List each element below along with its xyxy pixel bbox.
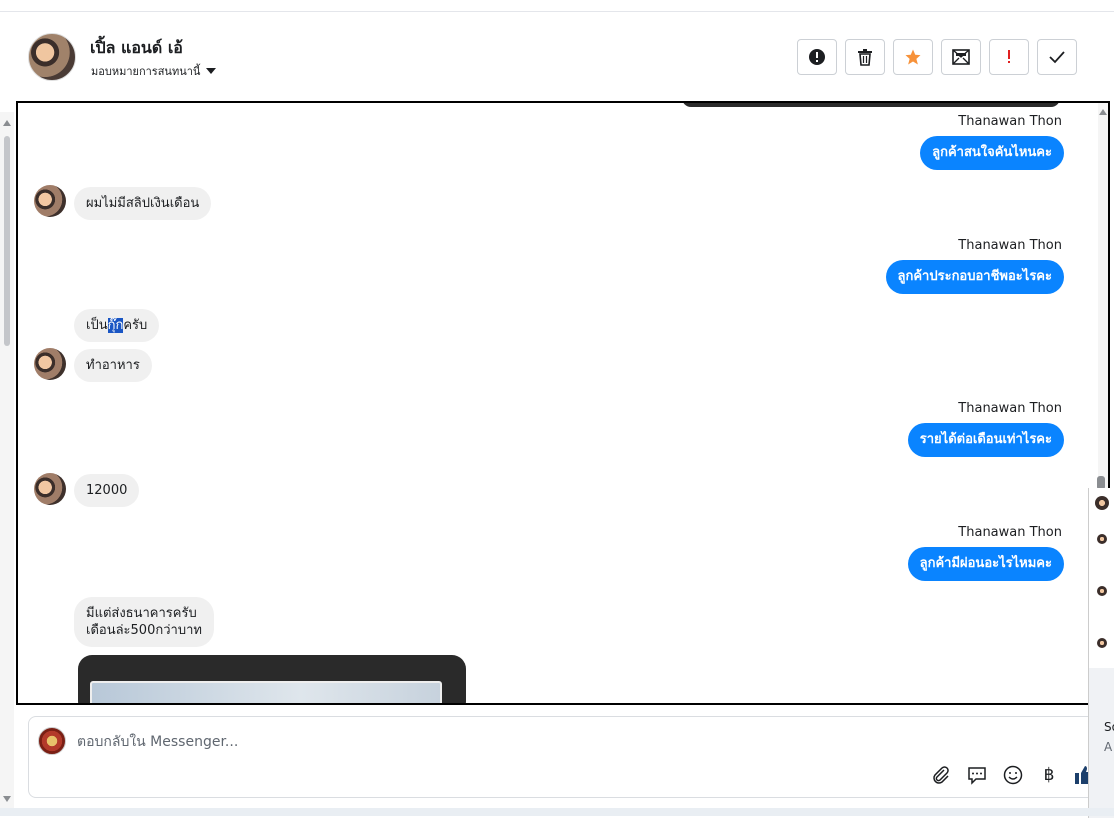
- check-icon: [1049, 51, 1065, 64]
- paperclip-icon: [933, 766, 949, 784]
- contact-message-avatar: [34, 348, 66, 380]
- outgoing-message[interactable]: ลูกค้าประกอบอาชีพอะไรคะ: [885, 260, 1064, 294]
- assign-conversation-dropdown[interactable]: มอบหมายการสนทนานี้: [91, 62, 217, 80]
- reply-input[interactable]: [77, 731, 777, 753]
- message-text: เป็น: [86, 318, 108, 333]
- emoji-icon: [1003, 765, 1023, 785]
- image-attachment[interactable]: [78, 655, 466, 703]
- baht-icon: ฿: [1043, 765, 1055, 785]
- incoming-message[interactable]: ทำอาหาร: [74, 349, 152, 382]
- saved-reply-button[interactable]: [965, 763, 989, 787]
- composer-tools: ฿: [929, 763, 1097, 787]
- side-text: So: [1104, 720, 1114, 734]
- incoming-message[interactable]: 12000: [74, 474, 140, 507]
- conversation-avatar: [1097, 534, 1107, 544]
- scroll-up-arrow-icon[interactable]: [1099, 109, 1107, 115]
- sender-name: Thanawan Thon: [958, 238, 1062, 253]
- bottom-border: [0, 808, 1114, 816]
- page-avatar: [38, 727, 66, 755]
- star-button[interactable]: [893, 39, 933, 75]
- sender-name: Thanawan Thon: [958, 401, 1062, 416]
- message-text: ครับ: [123, 318, 148, 333]
- saved-reply-icon: [968, 767, 986, 785]
- attach-button[interactable]: [929, 763, 953, 787]
- delete-button[interactable]: [845, 39, 885, 75]
- outgoing-message[interactable]: ลูกค้ามีผ่อนอะไรไหมคะ: [907, 547, 1064, 581]
- conversation-avatar: [1097, 586, 1107, 596]
- caret-down-icon: [206, 68, 217, 74]
- incoming-message[interactable]: ผมไม่มีสลิปเงินเดือน: [74, 187, 212, 220]
- previous-message-bubble: [682, 103, 1060, 107]
- done-button[interactable]: [1037, 39, 1077, 75]
- top-border: [0, 0, 1114, 12]
- side-text: A: [1104, 740, 1113, 754]
- message-line: เดือนล่ะ500กว่าบาท: [86, 623, 202, 638]
- outgoing-message[interactable]: ลูกค้าสนใจคันไหนคะ: [920, 136, 1064, 170]
- page-scrollbar[interactable]: [0, 112, 14, 812]
- scroll-down-arrow-icon[interactable]: [3, 796, 11, 802]
- contact-message-avatar: [34, 473, 66, 505]
- image-thumbnail: [90, 681, 442, 703]
- reply-composer: ฿: [28, 716, 1102, 798]
- incoming-message[interactable]: มีแต่ส่งธนาคารครับ เดือนล่ะ500กว่าบาท: [74, 597, 214, 647]
- message-thread[interactable]: Thanawan Thon ลูกค้าสนใจคันไหนคะ ผมไม่มี…: [16, 101, 1110, 705]
- conversation-header: เปิ้ล แอนด์ เอ้ มอบหมายการสนทนานี้: [16, 16, 1102, 102]
- incoming-message[interactable]: เป็นกุ๊กครับ: [74, 309, 160, 342]
- conversation-actions: [797, 39, 1077, 75]
- message-line: มีแต่ส่งธนาคารครับ: [86, 606, 197, 621]
- scroll-up-arrow-icon[interactable]: [3, 120, 11, 126]
- outgoing-message[interactable]: รายได้ต่อเดือนเท่าไรคะ: [907, 423, 1064, 457]
- payment-button[interactable]: ฿: [1037, 763, 1061, 787]
- spam-button[interactable]: [797, 39, 837, 75]
- star-icon: [905, 49, 921, 65]
- contact-name[interactable]: เปิ้ล แอนด์ เอ้: [90, 36, 183, 61]
- trash-icon: [858, 49, 872, 66]
- conversation-avatar: [1097, 638, 1107, 648]
- sender-name: Thanawan Thon: [958, 114, 1062, 129]
- sender-name: Thanawan Thon: [958, 525, 1062, 540]
- envelope-x-icon: [952, 49, 970, 65]
- exclamation-icon: [1008, 50, 1010, 63]
- mark-unread-button[interactable]: [941, 39, 981, 75]
- important-button[interactable]: [989, 39, 1029, 75]
- contact-message-avatar: [34, 185, 66, 217]
- scrollbar-thumb[interactable]: [4, 136, 10, 346]
- conversation-avatar: [1095, 496, 1109, 510]
- contact-avatar[interactable]: [28, 33, 76, 81]
- side-conversation-list[interactable]: So A: [1088, 488, 1114, 818]
- emoji-button[interactable]: [1001, 763, 1025, 787]
- assign-label: มอบหมายการสนทนานี้: [91, 65, 201, 78]
- exclamation-circle-icon: [809, 49, 825, 65]
- selected-text: กุ๊ก: [107, 318, 124, 333]
